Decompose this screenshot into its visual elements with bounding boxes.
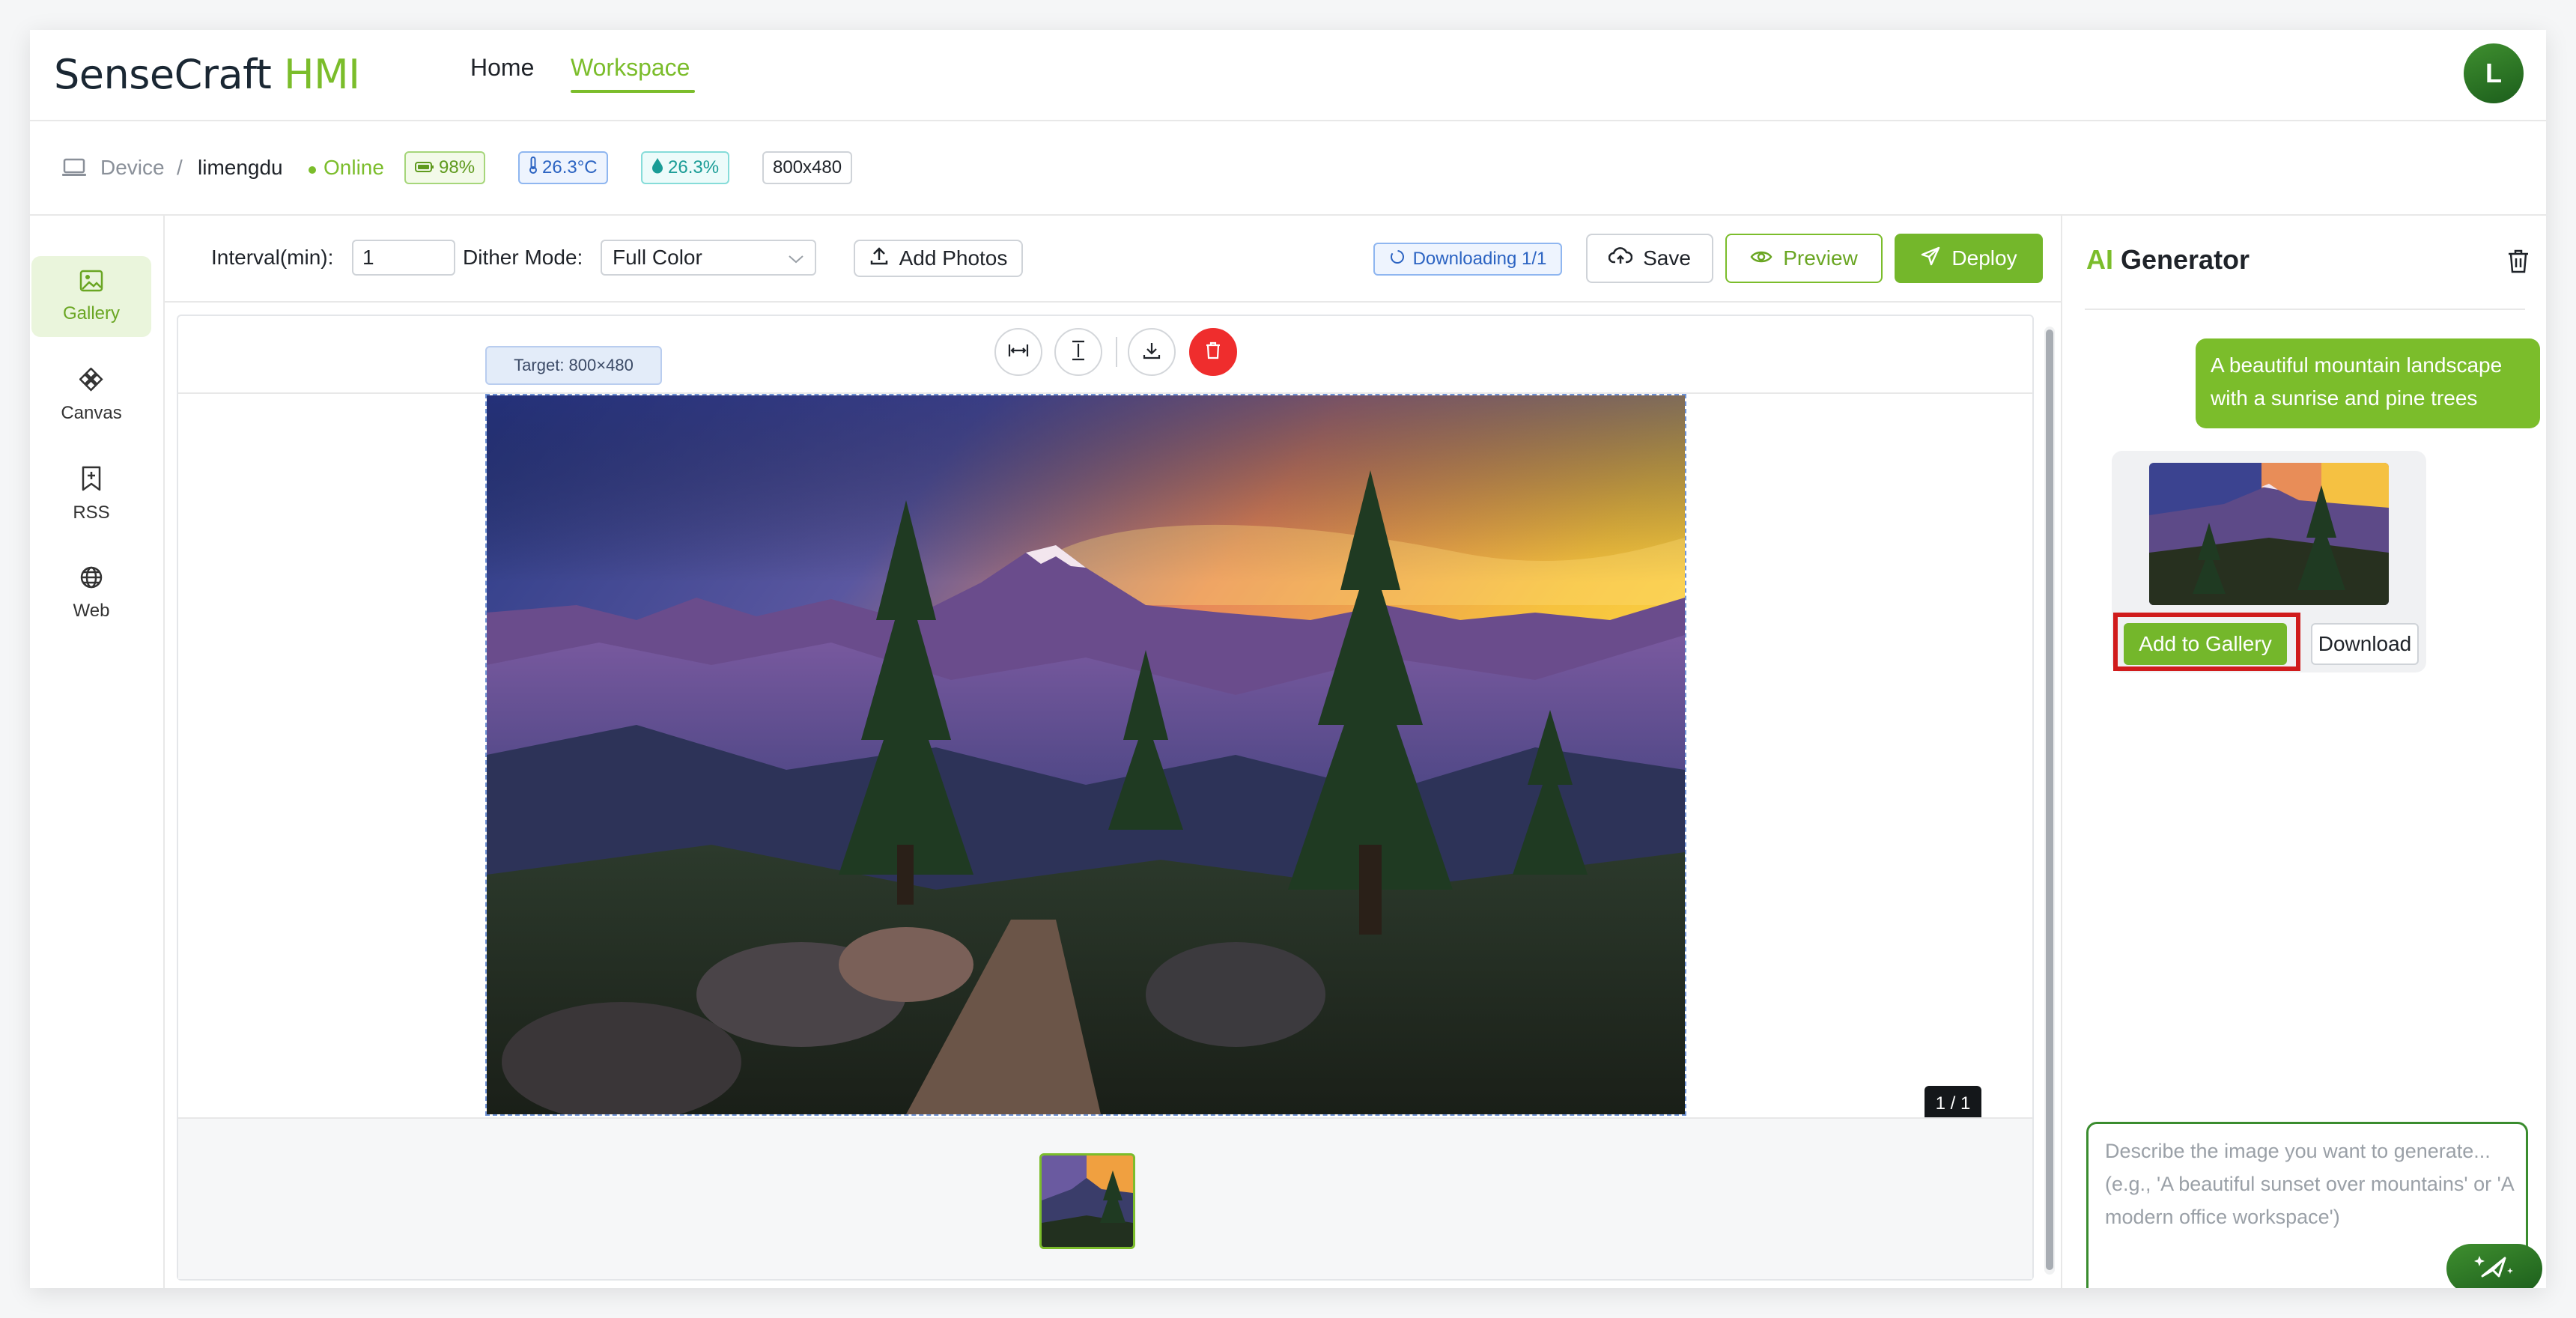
editor-header: Target: 800×480 — [178, 316, 2032, 394]
add-photos-button[interactable]: Add Photos — [854, 240, 1023, 277]
thermometer-icon — [529, 156, 538, 180]
temperature-value: 26.3°C — [542, 157, 598, 177]
add-to-gallery-button[interactable]: Add to Gallery — [2124, 623, 2287, 665]
top-navigation: SenseCraft HMI Home Workspace L — [30, 30, 2546, 121]
magic-send-icon — [2472, 1254, 2517, 1284]
prompt-placeholder: Describe the image you want to generate.… — [2105, 1140, 2514, 1228]
breadcrumb-separator: / — [177, 156, 183, 179]
battery-icon — [415, 157, 434, 178]
trash-icon — [1205, 341, 1221, 364]
nav-workspace-link[interactable]: Workspace — [571, 54, 690, 82]
laptop-icon — [61, 157, 87, 182]
download-status-text: Downloading 1/1 — [1412, 249, 1547, 269]
send-icon — [1920, 246, 1941, 272]
preview-label: Preview — [1783, 246, 1858, 270]
sidebar-item-label: Web — [73, 600, 110, 621]
brand-name: SenseCraft — [54, 51, 272, 98]
fit-width-button[interactable] — [994, 328, 1042, 376]
fit-width-icon — [1007, 342, 1030, 362]
page-indicator: 1 / 1 — [1925, 1086, 1981, 1122]
canvas-area: 1 / 1 — [178, 394, 2032, 1122]
sidebar-item-rss[interactable]: RSS — [31, 454, 151, 535]
sidebar-item-label: RSS — [73, 502, 110, 523]
save-label: Save — [1643, 246, 1691, 270]
upload-icon — [869, 246, 889, 271]
eye-icon — [1750, 246, 1772, 270]
globe-icon — [79, 565, 103, 595]
thumbnail-strip — [178, 1117, 2032, 1279]
image-icon — [79, 270, 103, 297]
download-status-badge: Downloading 1/1 — [1373, 243, 1562, 276]
chevron-down-icon — [788, 246, 804, 270]
mountain-landscape-image[interactable] — [485, 394, 1686, 1116]
fit-height-icon — [1070, 339, 1087, 365]
online-status-text: Online — [323, 156, 384, 179]
temperature-badge: 26.3°C — [518, 151, 608, 184]
editor-scrollbar-thumb[interactable] — [2046, 330, 2053, 1270]
app-window: SenseCraft HMI Home Workspace L Device /… — [30, 30, 2546, 1288]
active-nav-underline — [571, 90, 695, 93]
device-bar: Device / limengdu Online 98% 26.3°C 26.3… — [30, 121, 2546, 216]
battery-value: 98% — [439, 157, 476, 177]
dither-mode-value: Full Color — [613, 246, 702, 269]
brand-accent: HMI — [271, 51, 360, 98]
dither-mode-select[interactable]: Full Color — [601, 240, 816, 276]
add-photos-label: Add Photos — [899, 246, 1008, 270]
generated-image-thumbnail[interactable] — [2149, 463, 2389, 605]
editor-scrollbar[interactable] — [2044, 327, 2055, 1275]
breadcrumb-device[interactable]: Device — [100, 156, 165, 180]
preview-button[interactable]: Preview — [1725, 234, 1883, 283]
header-divider — [1116, 337, 1117, 367]
ai-title-accent: AI — [2086, 244, 2113, 275]
interval-input[interactable] — [352, 240, 455, 276]
delete-image-button[interactable] — [1189, 328, 1237, 376]
save-button[interactable]: Save — [1586, 234, 1713, 283]
user-avatar[interactable]: L — [2464, 43, 2524, 103]
ai-generator-panel: AI Generator A beautiful mountain landsc… — [2061, 216, 2546, 1288]
target-size-badge: Target: 800×480 — [485, 346, 662, 385]
left-sidebar: Gallery Canvas RSS Web — [30, 216, 165, 1288]
cloud-upload-icon — [1608, 246, 1633, 270]
ai-title-text: Generator — [2113, 244, 2250, 275]
bookmark-plus-icon — [81, 466, 102, 496]
download-icon — [1142, 341, 1161, 364]
ai-panel-divider — [2085, 309, 2525, 310]
prompt-input[interactable]: Describe the image you want to generate.… — [2086, 1122, 2542, 1288]
interval-label: Interval(min): — [211, 246, 334, 269]
humidity-badge: 26.3% — [641, 151, 730, 184]
online-status-dot — [309, 166, 316, 174]
nav-home-link[interactable]: Home — [470, 54, 534, 82]
user-prompt-message: A beautiful mountain landscape with a su… — [2196, 338, 2540, 428]
sidebar-item-label: Canvas — [61, 402, 122, 423]
clear-chat-trash-icon[interactable] — [2507, 249, 2530, 278]
fit-height-button[interactable] — [1054, 328, 1102, 376]
breadcrumb-device-name: limengdu — [198, 156, 283, 179]
deploy-button[interactable]: Deploy — [1895, 234, 2043, 283]
sidebar-item-canvas[interactable]: Canvas — [31, 355, 151, 436]
resolution-badge: 800x480 — [762, 151, 853, 184]
sidebar-item-gallery[interactable]: Gallery — [31, 256, 151, 337]
sidebar-item-label: Gallery — [62, 303, 121, 324]
humidity-value: 26.3% — [668, 157, 720, 177]
droplet-icon — [651, 157, 663, 179]
gallery-toolbar: Interval(min): Dither Mode: Full Color A… — [165, 216, 2061, 303]
diamond-grid-icon — [79, 366, 103, 397]
brand-logo: SenseCraft HMI — [54, 51, 360, 98]
ai-panel-title: AI Generator — [2086, 244, 2250, 276]
ai-result-card: Add to Gallery Download — [2112, 451, 2426, 672]
image-editor: Target: 800×480 1 / 1 — [177, 315, 2034, 1281]
deploy-label: Deploy — [1951, 246, 2017, 270]
sidebar-item-web[interactable]: Web — [31, 553, 151, 634]
thumbnail-image[interactable] — [1039, 1153, 1135, 1249]
download-image-button[interactable] — [1128, 328, 1176, 376]
sync-icon — [1389, 249, 1406, 270]
dither-mode-label: Dither Mode: — [463, 246, 583, 269]
generate-button[interactable] — [2446, 1244, 2542, 1288]
download-generated-button[interactable]: Download — [2311, 623, 2419, 665]
battery-badge: 98% — [404, 151, 486, 184]
